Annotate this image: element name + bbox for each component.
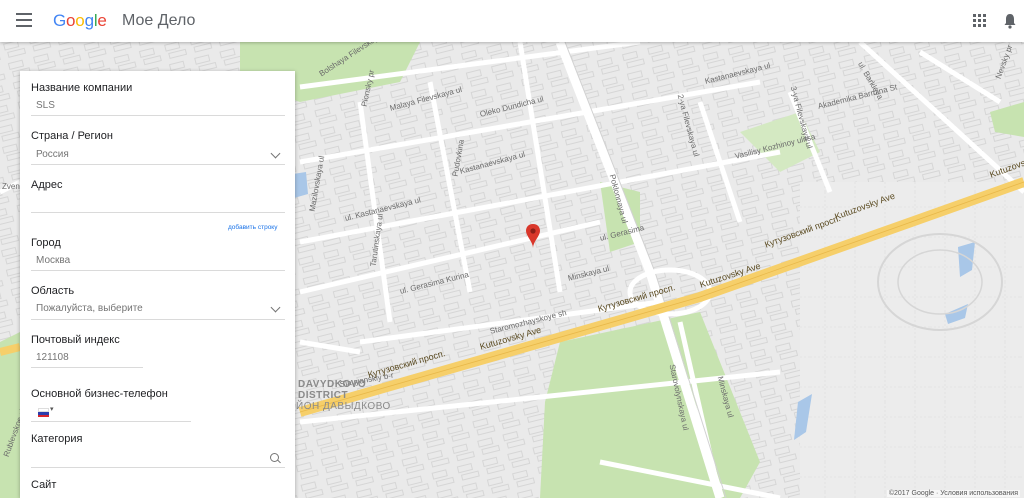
country-select[interactable]: Россия [36,149,69,160]
field-underline [31,270,285,271]
chevron-down-icon[interactable] [270,148,281,159]
region-select[interactable]: Пожалуйста, выберите [36,303,143,314]
map-pin-icon[interactable] [525,224,541,248]
field-underline [31,319,285,320]
postal-code-label: Почтовый индекс [31,334,120,346]
russia-flag-icon[interactable] [38,408,49,417]
search-icon[interactable] [270,453,279,462]
field-underline [31,467,285,468]
region-label: Область [31,285,75,297]
district-label: DISTRICT [298,390,349,401]
field-underline [31,115,285,116]
map-copyright[interactable]: ©2017 Google · Условия использования [886,490,1020,497]
phone-label: Основной бизнес-телефон [31,388,168,400]
company-name-label: Название компании [31,82,133,94]
website-label: Сайт [31,479,57,491]
district-label: DAVYDKOVO [298,379,367,390]
apps-grid-icon[interactable] [973,14,987,28]
field-underline [31,421,191,422]
chevron-down-icon[interactable] [270,302,281,313]
product-title: Мое Дело [122,12,196,29]
company-name-input[interactable]: SLS [36,100,55,111]
add-address-line-link[interactable]: добавить строку [228,224,277,231]
field-underline [31,164,285,165]
field-underline [31,212,285,213]
bell-icon[interactable] [1003,13,1017,29]
field-underline [31,367,143,368]
category-label: Категория [31,433,83,445]
hamburger-menu-icon[interactable] [16,13,32,27]
app-bar: Google Мое Дело [0,0,1024,42]
country-code-dropdown[interactable]: ▾ [50,405,54,413]
country-label: Страна / Регион [31,130,113,142]
city-label: Город [31,237,61,249]
district-label: ЙОН ДАВЫДКОВО [296,401,391,412]
address-label: Адрес [31,179,63,191]
postal-code-input[interactable]: 121108 [36,352,69,363]
google-logo[interactable]: Google [53,11,107,31]
city-input[interactable]: Москва [36,255,70,266]
business-info-form: Название компании SLS Страна / Регион Ро… [20,71,295,498]
